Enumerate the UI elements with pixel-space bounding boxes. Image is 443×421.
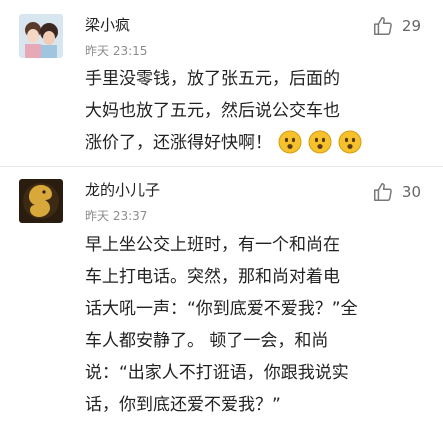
comment-text: 手里没零钱，放了张五元，后面的 大妈也放了五元，然后说公交车也 涨价了，还涨得好… bbox=[85, 63, 425, 165]
comment-item: 龙的小儿子 昨天 23:37 30 早上坐公交上班时，有一个和尚在 车上打电话。… bbox=[0, 166, 443, 415]
thinking-face-emoji-icon bbox=[338, 130, 362, 165]
comment-item: 梁小疯 昨天 23:15 29 手里没零钱，放了张五元，后面的 大妈也放了五元，… bbox=[0, 0, 443, 166]
comment-text-line: 车上打电话。突然，那和尚对着电 bbox=[85, 267, 340, 287]
like-button[interactable]: 30 bbox=[372, 180, 421, 204]
timestamp: 昨天 23:37 bbox=[85, 209, 148, 223]
thumbs-up-icon bbox=[372, 15, 394, 37]
comment-text-line: 说：“出家人不打诳语，你跟我说实 bbox=[85, 363, 349, 383]
thinking-face-emoji-icon bbox=[308, 130, 332, 165]
comment-text-line: 大妈也放了五元，然后说公交车也 bbox=[85, 101, 340, 121]
like-count: 29 bbox=[401, 17, 421, 35]
comment-text-line: 涨价了，还涨得好快啊！ bbox=[85, 133, 272, 153]
username[interactable]: 梁小疯 bbox=[85, 14, 130, 35]
thinking-face-emoji-icon bbox=[278, 130, 302, 165]
comment-text-line: 早上坐公交上班时，有一个和尚在 bbox=[85, 235, 340, 255]
comment-text-line: 话大吼一声：“你到底爱不爱我？”全 bbox=[85, 299, 358, 319]
username[interactable]: 龙的小儿子 bbox=[85, 179, 160, 200]
avatar[interactable] bbox=[19, 179, 63, 223]
avatar[interactable] bbox=[19, 14, 63, 58]
comment-text-line: 话，你到底还爱不爱我？” bbox=[85, 395, 281, 415]
comment-text-line: 车人都安静了。 顿了一会，和尚 bbox=[85, 331, 329, 351]
like-button[interactable]: 29 bbox=[372, 14, 421, 38]
timestamp: 昨天 23:15 bbox=[85, 44, 148, 58]
like-count: 30 bbox=[401, 183, 421, 201]
thumbs-up-icon bbox=[372, 181, 394, 203]
comment-text-line-with-emoji: 涨价了，还涨得好快啊！ bbox=[85, 127, 425, 165]
comment-text: 早上坐公交上班时，有一个和尚在 车上打电话。突然，那和尚对着电 话大吼一声：“你… bbox=[85, 229, 425, 421]
comment-text-line: 手里没零钱，放了张五元，后面的 bbox=[85, 69, 340, 89]
